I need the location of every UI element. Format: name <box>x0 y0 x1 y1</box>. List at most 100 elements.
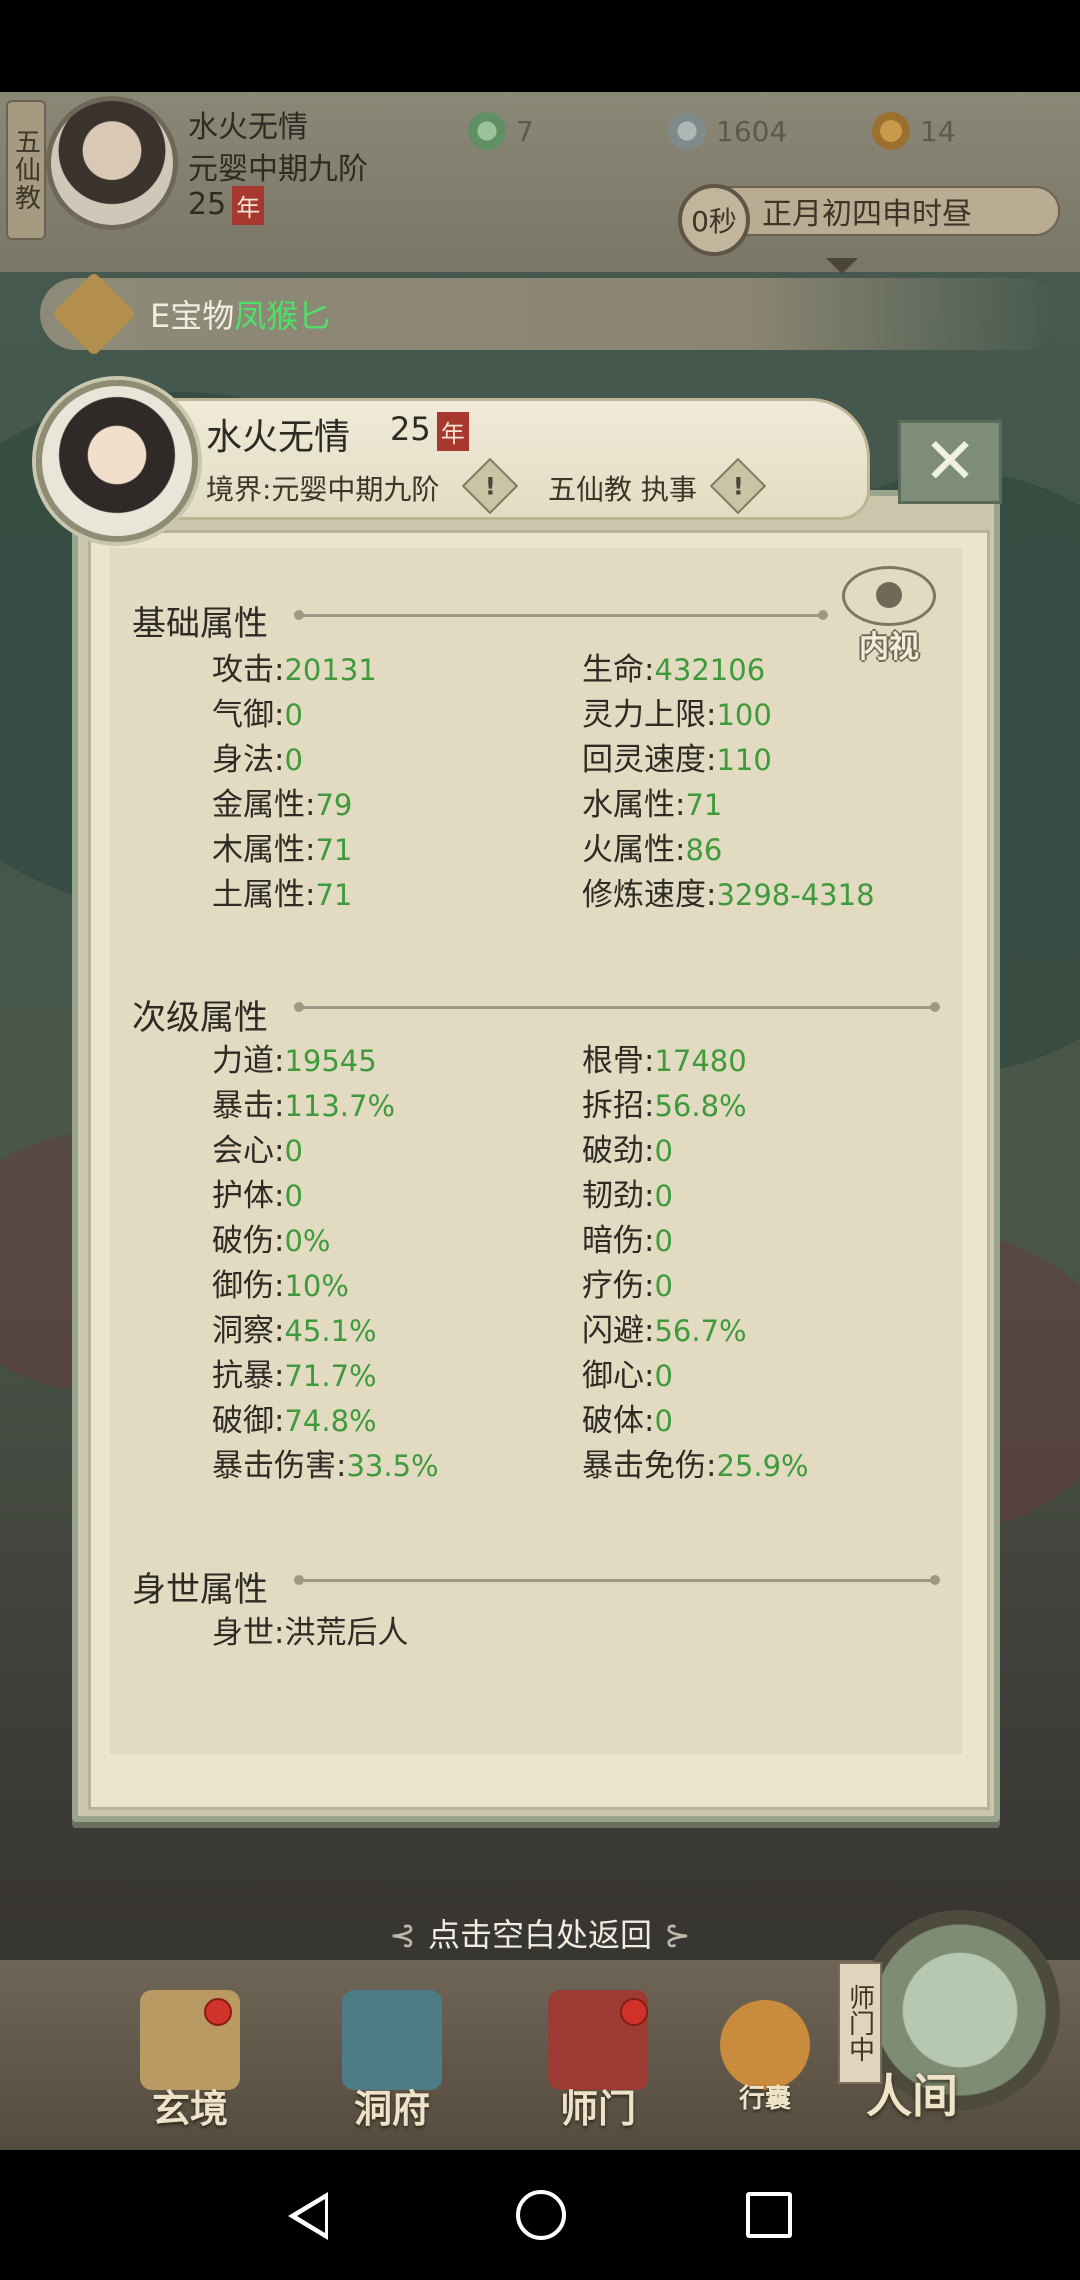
stat-value: 0 <box>654 1179 673 1213</box>
stat-colon: : <box>644 652 655 688</box>
stat-secondary: 拆招:56.8% <box>582 1080 747 1125</box>
ticker-prefix: E宝物 <box>150 297 235 335</box>
stat-secondary: 御心:0 <box>582 1350 673 1395</box>
close-button[interactable]: ✕ <box>898 420 1002 504</box>
resource-coin[interactable]: 1604 <box>668 112 787 150</box>
stat-secondary: 破御:74.8% <box>212 1395 377 1440</box>
stat-secondary: 暴击免伤:25.9% <box>582 1440 809 1485</box>
nav-dongfu-label: 洞府 <box>353 2086 430 2131</box>
stat-colon: : <box>274 652 285 688</box>
stat-basic: 水属性:71 <box>582 779 722 824</box>
stat-colon: : <box>274 742 285 778</box>
resource-jade[interactable]: 7 <box>468 112 534 150</box>
stat-value: 113.7% <box>284 1089 396 1123</box>
inner-view-button[interactable]: 内视 <box>842 566 936 670</box>
stat-colon: : <box>274 1403 285 1439</box>
stat-secondary: 力道:19545 <box>212 1035 377 1080</box>
sect-tab[interactable]: 五仙教 <box>6 100 46 240</box>
stat-secondary: 护体:0 <box>212 1170 303 1215</box>
stat-label: 土属性 <box>212 877 305 913</box>
back-icon[interactable] <box>288 2192 328 2240</box>
stat-value: 71 <box>685 788 723 822</box>
stat-value: 79 <box>315 788 353 822</box>
stat-colon: : <box>644 1403 655 1439</box>
stat-value: 17480 <box>654 1044 747 1078</box>
character-age: 25 年 <box>390 410 469 451</box>
stat-colon: : <box>706 742 717 778</box>
close-icon: ✕ <box>923 425 977 499</box>
player-age: 25 年 <box>188 186 265 225</box>
stat-basic: 修炼速度:3298-4318 <box>582 869 875 914</box>
nav-shimen[interactable]: 师门 <box>518 1990 678 2140</box>
stat-secondary: 洞察:45.1% <box>212 1305 377 1350</box>
stat-label: 会心 <box>212 1133 274 1169</box>
nav-shimen-label: 师门 <box>559 2086 636 2131</box>
stat-label: 破体 <box>582 1403 644 1439</box>
bag-icon <box>720 2000 810 2090</box>
stat-colon: : <box>644 1088 655 1124</box>
stat-colon: : <box>274 1268 285 1304</box>
section-divider <box>294 1002 940 1012</box>
stat-basic: 金属性:79 <box>212 779 352 824</box>
stat-label: 气御 <box>212 697 274 733</box>
stat-colon: : <box>644 1358 655 1394</box>
player-avatar[interactable] <box>46 96 178 230</box>
stat-secondary: 破体:0 <box>582 1395 673 1440</box>
stat-colon: : <box>675 787 686 823</box>
stat-colon: : <box>274 1043 285 1079</box>
pavilion-icon <box>342 1990 442 2090</box>
home-icon[interactable] <box>516 2190 566 2240</box>
stat-label: 灵力上限 <box>582 697 706 733</box>
stat-value: 100 <box>716 698 772 732</box>
stat-value: 71.7% <box>284 1359 377 1393</box>
stat-secondary: 韧劲:0 <box>582 1170 673 1215</box>
stat-label: 攻击 <box>212 652 274 688</box>
stat-value: 45.1% <box>284 1314 377 1348</box>
stat-value: 33.5% <box>346 1449 439 1483</box>
nav-xuanjing[interactable]: 玄境 <box>110 1990 270 2140</box>
character-realm: 境界:元婴中期九阶 <box>206 473 440 506</box>
notification-dot <box>620 1998 648 2026</box>
stat-colon: : <box>706 697 717 733</box>
stat-basic: 气御:0 <box>212 689 303 734</box>
stat-basic: 灵力上限:100 <box>582 689 772 734</box>
timer-badge: 0秒 <box>678 184 750 256</box>
player-realm: 元婴中期九阶 <box>188 152 368 187</box>
stat-basic: 生命:432106 <box>582 644 765 689</box>
stat-colon: : <box>644 1223 655 1259</box>
stat-colon: : <box>274 1178 285 1214</box>
stat-label: 御伤 <box>212 1268 274 1304</box>
stat-secondary: 暴击:113.7% <box>212 1080 395 1125</box>
news-ticker[interactable]: E宝物 凤猴匕 <box>40 271 1060 357</box>
stat-value: 25.9% <box>716 1449 809 1483</box>
stat-label: 洞察 <box>212 1313 274 1349</box>
stat-value: 56.8% <box>654 1089 747 1123</box>
stat-label: 护体 <box>212 1178 274 1214</box>
resource-gourd[interactable]: 14 <box>872 112 956 150</box>
stat-colon: : <box>336 1448 347 1484</box>
stat-colon: : <box>274 697 285 733</box>
back-hint-label: 点击空白处返回 <box>427 1916 652 1954</box>
stat-basic: 火属性:86 <box>582 824 722 869</box>
stat-label: 修炼速度 <box>582 877 706 913</box>
character-avatar <box>36 380 198 542</box>
nav-xingnang[interactable]: 行囊 <box>690 1990 840 2140</box>
recents-icon[interactable] <box>746 2192 792 2238</box>
stat-secondary: 疗伤:0 <box>582 1260 673 1305</box>
stat-secondary: 会心:0 <box>212 1125 303 1170</box>
stat-colon: : <box>644 1268 655 1304</box>
stat-value: 0 <box>654 1134 673 1168</box>
stat-label: 闪避 <box>582 1313 644 1349</box>
stat-colon: : <box>274 1615 285 1651</box>
nav-xingnang-label: 行囊 <box>738 2084 791 2114</box>
stat-label: 暴击伤害 <box>212 1448 336 1484</box>
character-age-value: 25 <box>390 410 431 448</box>
chevron-down-icon[interactable] <box>826 258 858 274</box>
stat-colon: : <box>644 1313 655 1349</box>
stat-colon: : <box>305 877 316 913</box>
bell-icon <box>51 271 137 357</box>
stat-basic: 回灵速度:110 <box>582 734 772 779</box>
stat-origin: 身世:洪荒后人 <box>212 1607 408 1652</box>
character-name: 水火无情 <box>206 417 351 458</box>
nav-dongfu[interactable]: 洞府 <box>312 1990 472 2140</box>
